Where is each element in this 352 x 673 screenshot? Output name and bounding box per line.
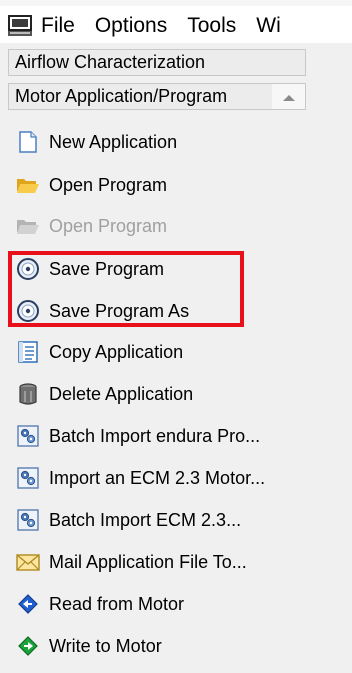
- action-label: Delete Application: [49, 383, 194, 404]
- new-document-icon: [16, 130, 40, 154]
- menu-bar: File Options Tools Wi: [0, 9, 352, 43]
- action-copy-application[interactable]: Copy Application: [16, 337, 183, 367]
- action-import-ecm-motor[interactable]: Import an ECM 2.3 Motor...: [16, 463, 265, 493]
- batch-import-icon: [16, 424, 40, 448]
- action-read-from-motor[interactable]: Read from Motor: [16, 589, 184, 619]
- collapse-button[interactable]: [272, 83, 306, 110]
- action-label: Write to Motor: [49, 635, 162, 656]
- menu-file[interactable]: File: [41, 14, 75, 38]
- action-batch-import-endura[interactable]: Batch Import endura Pro...: [16, 421, 260, 451]
- monitor-app-icon[interactable]: [8, 15, 32, 37]
- batch-import-icon: [16, 466, 40, 490]
- action-label: Mail Application File To...: [49, 551, 247, 572]
- action-label: Batch Import ECM 2.3...: [49, 509, 242, 530]
- menu-tools[interactable]: Tools: [187, 14, 236, 38]
- action-label: Open Program: [49, 215, 168, 236]
- action-label: Read from Motor: [49, 593, 185, 614]
- open-folder-icon: [16, 173, 40, 197]
- section-header-label: Motor Application/Program: [15, 86, 228, 106]
- action-new-application[interactable]: New Application: [16, 127, 177, 157]
- menu-window-truncated[interactable]: Wi: [256, 14, 281, 38]
- action-open-program[interactable]: Open Program: [16, 170, 167, 200]
- action-mail-application-file[interactable]: Mail Application File To...: [16, 547, 247, 577]
- section-header-motor-application[interactable]: Motor Application/Program: [8, 83, 306, 110]
- write-diamond-icon: [16, 634, 40, 658]
- menu-options[interactable]: Options: [95, 14, 167, 38]
- trash-can-icon: [16, 382, 40, 406]
- task-panel: Airflow Characterization Motor Applicati…: [0, 43, 352, 673]
- action-label: New Application: [49, 131, 178, 152]
- action-label: Copy Application: [49, 341, 184, 362]
- action-label: Import an ECM 2.3 Motor...: [49, 467, 266, 488]
- action-label: Open Program: [49, 174, 168, 195]
- window-top-edge: [0, 0, 352, 9]
- action-label: Batch Import endura Pro...: [49, 425, 261, 446]
- action-write-to-motor[interactable]: Write to Motor: [16, 631, 162, 661]
- collapse-up-arrow-icon: [283, 95, 295, 101]
- batch-import-icon: [16, 508, 40, 532]
- annotation-highlight-box: [8, 251, 244, 327]
- copy-document-icon: [16, 340, 40, 364]
- action-open-program-disabled: Open Program: [16, 211, 167, 241]
- read-diamond-icon: [16, 592, 40, 616]
- section-header-airflow[interactable]: Airflow Characterization: [8, 49, 306, 76]
- action-batch-import-ecm[interactable]: Batch Import ECM 2.3...: [16, 505, 241, 535]
- open-folder-icon: [16, 214, 40, 238]
- section-header-label: Airflow Characterization: [15, 52, 206, 72]
- mail-envelope-icon: [16, 550, 40, 574]
- action-delete-application[interactable]: Delete Application: [16, 379, 193, 409]
